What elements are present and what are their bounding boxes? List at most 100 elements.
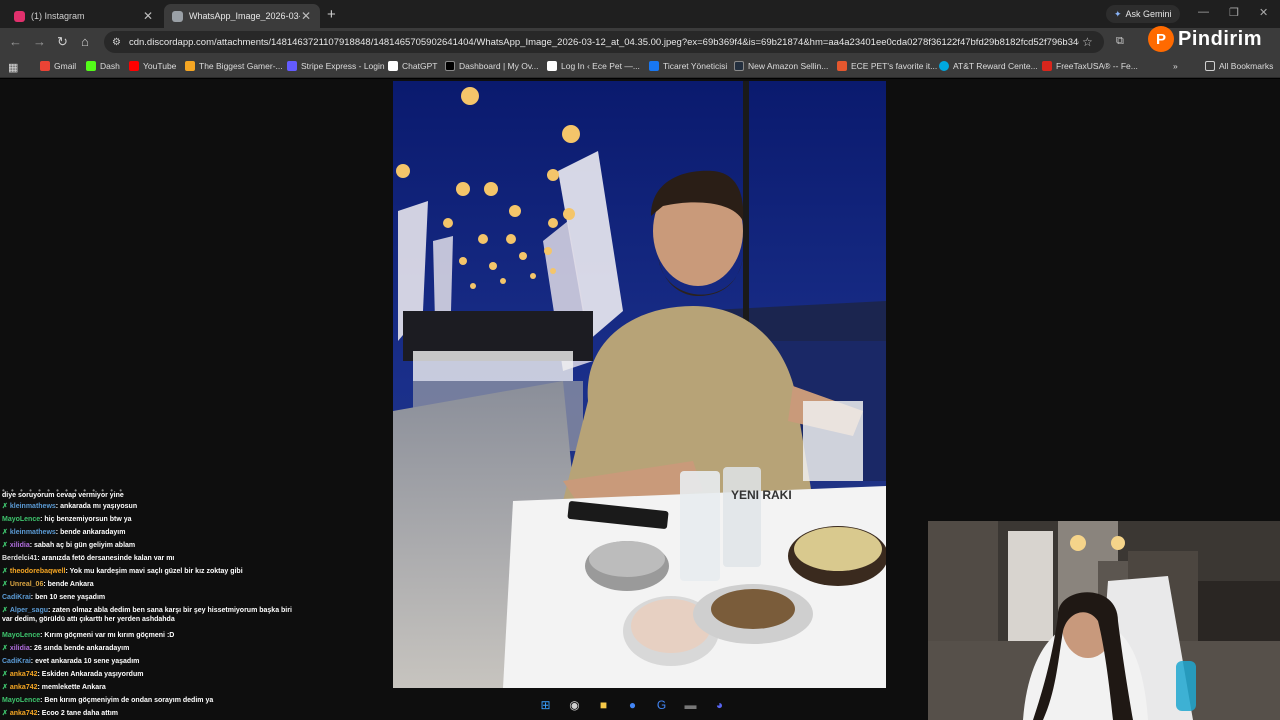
windows-start-icon[interactable]: ⊞ bbox=[536, 696, 555, 715]
address-toolbar: ← → ↻ ⌂ ⚙ cdn.discordapp.com/attachments… bbox=[0, 28, 1280, 56]
chat-username[interactable]: Unreal_06 bbox=[10, 581, 43, 588]
google-icon[interactable]: G bbox=[652, 696, 671, 715]
youtube-icon bbox=[129, 61, 139, 71]
chat-username[interactable]: kleinmathews bbox=[10, 529, 56, 536]
viewed-image: YENI RAKI bbox=[393, 81, 886, 688]
close-icon[interactable]: ✕ bbox=[300, 9, 312, 23]
close-window-icon[interactable]: ✕ bbox=[1259, 6, 1268, 19]
bookmark-freetaxusa[interactable]: FreeTaxUSA® -- Fe... bbox=[1042, 61, 1138, 71]
chat-message: MayoLence: hiç benzemiyorsun btw ya bbox=[2, 515, 302, 524]
all-bookmarks-button[interactable]: All Bookmarks bbox=[1205, 61, 1273, 71]
dashboard-icon bbox=[445, 61, 455, 71]
home-icon[interactable]: ⌂ bbox=[81, 34, 89, 49]
chat-text: : memlekette Ankara bbox=[37, 684, 106, 691]
bookmark-ece-pet-login[interactable]: Log In ‹ Ece Pet —... bbox=[547, 61, 640, 71]
tab-instagram[interactable]: (1) Instagram ✕ bbox=[6, 4, 162, 28]
pindirim-extension[interactable]: P Pindirim bbox=[1148, 26, 1262, 52]
chat-username[interactable]: anka742 bbox=[10, 710, 38, 717]
bookmark-label: Dashboard | My Ov... bbox=[459, 61, 539, 71]
minimize-icon[interactable]: — bbox=[1198, 6, 1209, 18]
url-text[interactable]: cdn.discordapp.com/attachments/148146372… bbox=[129, 37, 1079, 48]
chat-username[interactable]: xilidia bbox=[10, 645, 30, 652]
bookmark-ticaret[interactable]: Ticaret Yöneticisi bbox=[649, 61, 727, 71]
ece-pet-icon bbox=[837, 61, 847, 71]
subscriber-badge-icon: ✗ bbox=[2, 607, 8, 614]
bookmark-youtube[interactable]: YouTube bbox=[129, 61, 176, 71]
chat-text: : Ecoo 2 tane daha attım bbox=[37, 710, 119, 717]
bookmark-star-icon[interactable]: ☆ bbox=[1082, 35, 1093, 49]
chat-text: : bende ankaradayım bbox=[55, 529, 126, 536]
wordpress-icon bbox=[547, 61, 557, 71]
chat-username[interactable]: Berdelci41 bbox=[2, 555, 37, 562]
bookmark-dashboard[interactable]: Dashboard | My Ov... bbox=[445, 61, 539, 71]
reload-icon[interactable]: ↻ bbox=[57, 34, 68, 50]
site-info-icon[interactable]: ⚙ bbox=[112, 37, 121, 48]
forward-arrow-icon[interactable]: → bbox=[33, 34, 46, 49]
extensions-icon[interactable]: ⧉ bbox=[1116, 35, 1124, 48]
address-bar[interactable]: ⚙ cdn.discordapp.com/attachments/1481463… bbox=[104, 31, 1104, 53]
tab-whatsapp-image[interactable]: WhatsApp_Image_2026-03-12_ ✕ bbox=[164, 4, 320, 28]
restaurant-photo: YENI RAKI bbox=[393, 81, 886, 688]
image-icon bbox=[172, 10, 183, 22]
chrome-icon[interactable]: ● bbox=[623, 696, 642, 715]
chat-message: ✗ anka742: Eskiden Ankarada yaşıyordum bbox=[2, 670, 302, 679]
kick-icon bbox=[86, 61, 96, 71]
gmail-icon bbox=[40, 61, 50, 71]
ask-gemini-button[interactable]: ✦ Ask Gemini bbox=[1106, 5, 1180, 23]
chat-message: ✗ kleinmathews: bende ankaradayım bbox=[2, 528, 302, 537]
bookmark-label: ECE PET's favorite it... bbox=[851, 61, 938, 71]
chat-username[interactable]: anka742 bbox=[10, 671, 38, 678]
chat-username[interactable]: Alper_sagu bbox=[10, 607, 48, 614]
bookmark-label: Stripe Express - Login bbox=[301, 61, 385, 71]
discord-icon[interactable]: ◕ bbox=[710, 696, 729, 715]
bookmark-dash[interactable]: Dash bbox=[86, 61, 120, 71]
chevron-right-icon[interactable]: » bbox=[1173, 61, 1178, 71]
chat-text: diye soruyorum cevap vermiyor yine bbox=[2, 492, 124, 499]
chat-message: ✗ theodorebaqwell: Yok mu kardeşim mavi s… bbox=[2, 567, 302, 576]
bookmark-amazon[interactable]: New Amazon Sellin... bbox=[734, 61, 828, 71]
maximize-icon[interactable]: ❐ bbox=[1229, 6, 1239, 19]
bookmark-stripe[interactable]: Stripe Express - Login bbox=[287, 61, 385, 71]
pindirim-logo-icon: P bbox=[1148, 26, 1174, 52]
bookmark-label: New Amazon Sellin... bbox=[748, 61, 829, 71]
app-icon[interactable]: ▬ bbox=[681, 696, 700, 715]
bookmarks-bar: ▦ Gmail Dash YouTube The Biggest Gamer-.… bbox=[0, 56, 1280, 78]
file-explorer-icon[interactable]: ■ bbox=[594, 696, 613, 715]
chat-message: ✗ kleinmathews: ankarada mı yaşıyosun bbox=[2, 502, 302, 511]
bookmark-chatgpt[interactable]: ChatGPT bbox=[388, 61, 437, 71]
bookmark-gmail[interactable]: Gmail bbox=[40, 61, 76, 71]
chat-overlay: • • • • • • • • • • • • • • diye soruyor… bbox=[0, 486, 390, 720]
chat-text: : hiç benzemiyorsun btw ya bbox=[40, 516, 132, 523]
tab-title: WhatsApp_Image_2026-03-12_ bbox=[189, 11, 300, 21]
obs-icon[interactable]: ◉ bbox=[565, 696, 584, 715]
bookmark-label: Dash bbox=[100, 61, 120, 71]
chat-username[interactable]: kleinmathews bbox=[10, 503, 56, 510]
close-icon[interactable]: ✕ bbox=[142, 9, 154, 23]
pindirim-name: Pindirim bbox=[1178, 27, 1263, 50]
new-tab-button[interactable]: + bbox=[327, 6, 336, 23]
bookmark-label: Log In ‹ Ece Pet —... bbox=[561, 61, 640, 71]
apps-grid-icon[interactable]: ▦ bbox=[8, 61, 18, 74]
chat-text: : Eskiden Ankarada yaşıyordum bbox=[37, 671, 144, 678]
gamer-icon bbox=[185, 61, 195, 71]
subscriber-badge-icon: ✗ bbox=[2, 645, 8, 652]
subscriber-badge-icon: ✗ bbox=[2, 684, 8, 691]
chat-username[interactable]: theodorebaqwell bbox=[10, 568, 66, 575]
back-arrow-icon[interactable]: ← bbox=[9, 34, 22, 49]
chat-username[interactable]: MayoLence bbox=[2, 516, 40, 523]
bookmark-label: FreeTaxUSA® -- Fe... bbox=[1056, 61, 1138, 71]
chat-text: : aranızda fetö dersanesinde kalan var m… bbox=[37, 555, 175, 562]
bookmark-biggest-gamer[interactable]: The Biggest Gamer-... bbox=[185, 61, 283, 71]
chat-username[interactable]: MayoLence bbox=[2, 632, 40, 639]
bookmark-att[interactable]: AT&T Reward Cente... bbox=[939, 61, 1038, 71]
chat-username[interactable]: MayoLence bbox=[2, 697, 40, 704]
chat-username[interactable]: CadiKrai bbox=[2, 658, 31, 665]
chat-message: CadiKrai: ben 10 sene yaşadım bbox=[2, 593, 302, 602]
subscriber-badge-icon: ✗ bbox=[2, 710, 8, 717]
chat-username[interactable]: xilidia bbox=[10, 542, 30, 549]
chat-username[interactable]: CadiKrai bbox=[2, 594, 31, 601]
bookmark-label: YouTube bbox=[143, 61, 177, 71]
chat-username[interactable]: anka742 bbox=[10, 684, 38, 691]
chat-message: ✗ xilidia: sabah aç bi gün geliyim ablam bbox=[2, 541, 302, 550]
bookmark-ece-pet-favorite[interactable]: ECE PET's favorite it... bbox=[837, 61, 937, 71]
